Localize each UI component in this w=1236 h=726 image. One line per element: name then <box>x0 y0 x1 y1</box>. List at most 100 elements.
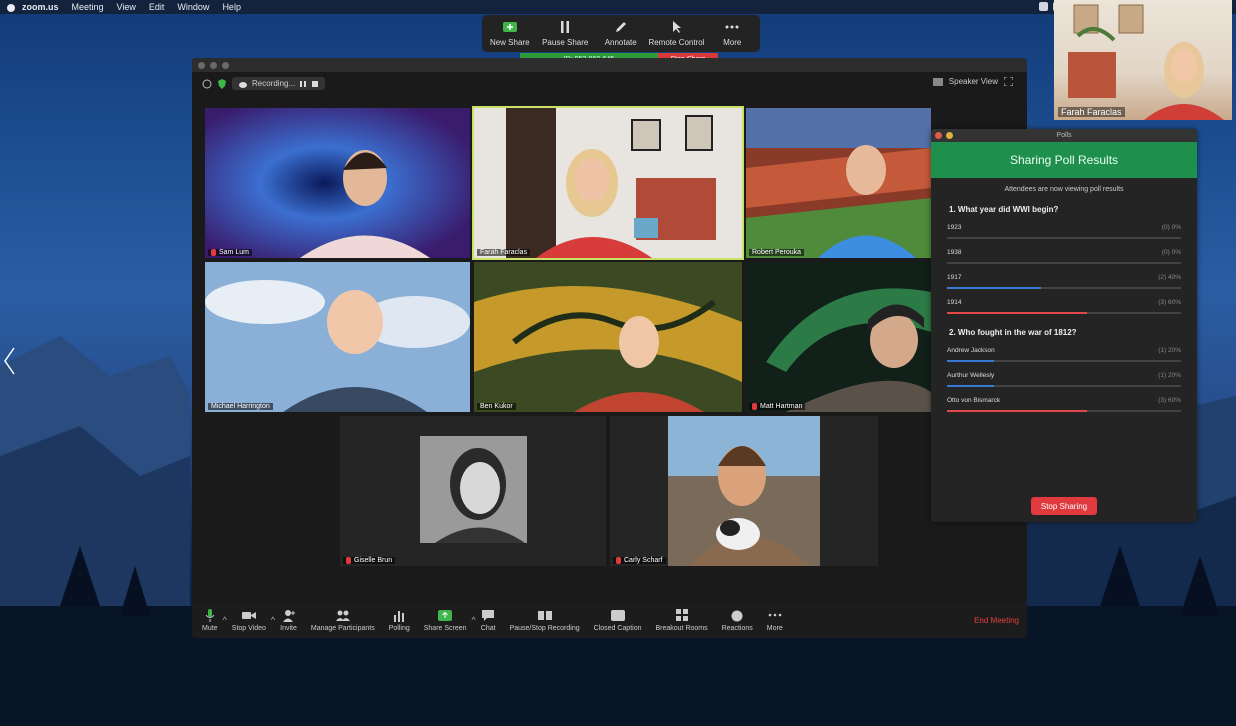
stop-sharing-button[interactable]: Stop Sharing <box>1031 497 1097 515</box>
more-button[interactable]: More <box>767 609 783 632</box>
speaker-view-button[interactable]: Speaker View <box>949 77 998 86</box>
tray-icon[interactable] <box>1039 2 1048 11</box>
video-tile[interactable]: Matt Hartman <box>746 262 931 412</box>
poll-result-bar-track <box>947 312 1181 314</box>
share-screen-button[interactable]: Share Screen <box>424 609 467 632</box>
participant-name-tag: Farah Faraclas <box>477 249 531 256</box>
pause-share-label: Pause Share <box>542 38 589 47</box>
chevron-left-icon[interactable] <box>2 346 16 376</box>
reactions-label: Reactions <box>721 624 753 632</box>
minimize-polls-button[interactable] <box>946 132 953 139</box>
poll-question: 2. Who fought in the war of 1812? <box>949 328 1077 337</box>
poll-option: 1914 (3) 60% <box>947 299 1181 314</box>
video-tile[interactable]: Robert Perouka <box>746 108 931 258</box>
poll-option-label: 1923 <box>947 224 962 231</box>
participant-name: Sam Lum <box>219 249 249 256</box>
add-person-icon <box>282 609 295 622</box>
closed-caption-button[interactable]: Closed Caption <box>594 609 642 632</box>
minimize-window-button[interactable] <box>210 61 217 69</box>
participants-icon <box>335 610 350 621</box>
self-view-video[interactable]: Farah Faraclas <box>1054 0 1232 120</box>
recording-controls-icon <box>537 610 552 620</box>
poll-question: 1. What year did WWI begin? <box>949 205 1059 214</box>
poll-option-label: 1917 <box>947 274 962 281</box>
participant-name-tag: Matt Hartman <box>749 403 806 410</box>
video-tile[interactable]: Carly Scharf <box>610 416 878 566</box>
menu-meeting[interactable]: Meeting <box>72 2 104 12</box>
poll-option-label: 1914 <box>947 299 962 306</box>
new-share-button[interactable]: New Share <box>482 15 537 47</box>
zoom-meeting-window: Recording... Speaker View Sam Lum Farah … <box>192 58 1027 638</box>
breakout-rooms-button[interactable]: Breakout Rooms <box>656 608 708 632</box>
poll-option-label: 1938 <box>947 249 962 256</box>
poll-result-bar-track <box>947 262 1181 264</box>
fullscreen-icon[interactable] <box>1004 77 1013 86</box>
polls-title-bar: Polls <box>931 129 1197 142</box>
closed-caption-label: Closed Caption <box>593 624 642 632</box>
participant-name: Michael Harrington <box>211 403 270 410</box>
invite-label: Invite <box>280 624 297 632</box>
pause-stop-recording-button[interactable]: Pause/Stop Recording <box>510 609 580 632</box>
polls-header: Sharing Poll Results <box>931 142 1197 178</box>
close-polls-button[interactable] <box>935 132 942 139</box>
remote-control-button[interactable]: Remote Control <box>648 15 704 47</box>
reactions-button[interactable]: Reactions <box>722 609 753 632</box>
poll-result-bar <box>947 287 1041 289</box>
polls-window-title: Polls <box>1056 132 1072 139</box>
more-icon <box>725 25 739 29</box>
poll-result-bar-track <box>947 360 1181 362</box>
close-window-button[interactable] <box>198 61 205 69</box>
more-label: More <box>766 624 783 632</box>
stop-video-button[interactable]: Stop Video <box>232 609 266 632</box>
poll-option: Andrew Jackson (1) 20% <box>947 347 1181 362</box>
pause-recording-icon[interactable] <box>299 80 307 88</box>
poll-option-percent: (3) 60% <box>1158 299 1181 306</box>
poll-result-bar-track <box>947 237 1181 239</box>
video-options-caret[interactable]: ^ <box>271 615 275 625</box>
mute-label: Mute <box>202 624 218 632</box>
participant-video <box>668 416 820 566</box>
poll-result-bar <box>947 312 1088 314</box>
mute-button[interactable]: Mute <box>202 608 218 632</box>
menu-help[interactable]: Help <box>222 2 241 12</box>
annotate-icon <box>615 22 626 32</box>
manage-participants-label: Manage Participants <box>310 624 375 632</box>
shield-icon[interactable] <box>218 78 226 89</box>
menu-window[interactable]: Window <box>177 2 209 12</box>
menu-view[interactable]: View <box>117 2 136 12</box>
participant-video <box>474 262 742 412</box>
chat-button[interactable]: Chat <box>481 609 496 632</box>
video-tile[interactable]: Ben Kukor <box>474 262 742 412</box>
menu-edit[interactable]: Edit <box>149 2 165 12</box>
chat-label: Chat <box>480 624 496 632</box>
zoom-window-button[interactable] <box>222 61 229 69</box>
apple-icon[interactable] <box>6 2 16 12</box>
poll-result-bar-track <box>947 410 1181 412</box>
participant-video <box>474 108 742 258</box>
pause-icon <box>561 21 570 33</box>
info-icon[interactable] <box>202 79 212 89</box>
participant-name-tag: Ben Kukor <box>477 403 516 410</box>
video-tile[interactable]: Giselle Brun <box>340 416 606 566</box>
new-share-icon <box>502 22 517 32</box>
share-options-caret[interactable]: ^ <box>472 615 476 625</box>
stop-recording-icon[interactable] <box>311 80 319 88</box>
polling-button[interactable]: Polling <box>389 609 410 632</box>
mic-muted-icon <box>346 557 351 564</box>
grid-icon <box>932 77 943 86</box>
manage-participants-button[interactable]: Manage Participants <box>311 609 375 632</box>
pause-share-button[interactable]: Pause Share <box>537 15 592 47</box>
participant-name-tag: Robert Perouka <box>749 249 805 256</box>
share-more-button[interactable]: More <box>704 15 759 47</box>
poll-result-bar <box>947 410 1088 412</box>
menu-app-name[interactable]: zoom.us <box>22 2 59 12</box>
end-meeting-button[interactable]: End Meeting <box>974 616 1019 625</box>
smiley-icon <box>731 610 743 621</box>
video-tile-active-speaker[interactable]: Farah Faraclas <box>472 106 744 260</box>
audio-options-caret[interactable]: ^ <box>223 615 227 625</box>
annotate-button[interactable]: Annotate <box>593 15 648 47</box>
video-tile[interactable]: Michael Harrington <box>205 262 470 412</box>
invite-button[interactable]: Invite <box>280 609 297 632</box>
video-tile[interactable]: Sam Lum <box>205 108 470 258</box>
polls-window: Polls Sharing Poll Results Attendees are… <box>931 129 1197 522</box>
